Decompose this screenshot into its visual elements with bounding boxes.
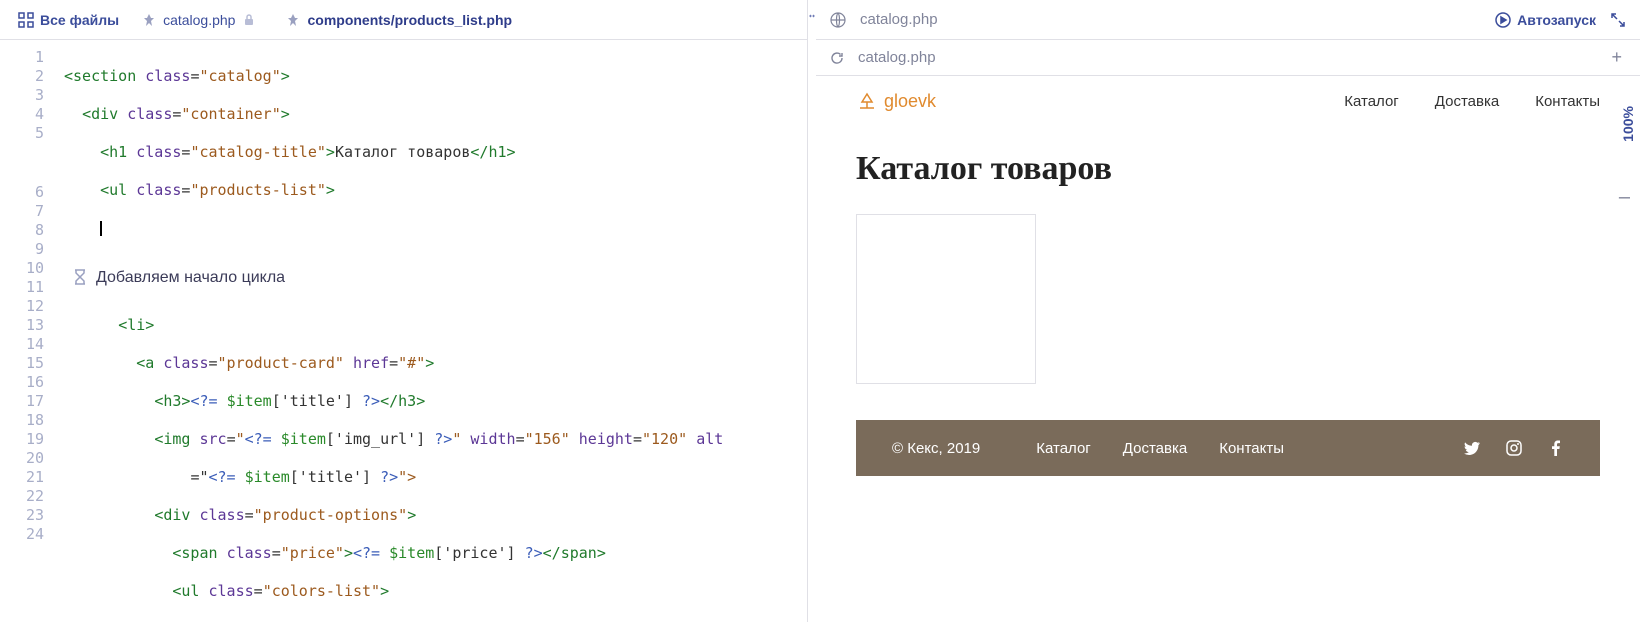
autorun-button[interactable]: Автозапуск (1495, 12, 1596, 28)
footer-catalog[interactable]: Каталог (1036, 440, 1091, 457)
tab-products-list[interactable]: components/products_list.php (271, 0, 528, 39)
hint-text: Добавляем начало цикла (96, 268, 285, 287)
tab-label: components/products_list.php (307, 12, 512, 28)
nav-catalog[interactable]: Каталог (1344, 93, 1399, 110)
editor-pane: Все файлы catalog.php components/product… (0, 0, 808, 622)
grid-icon (18, 12, 34, 28)
add-tab-button[interactable]: + (1607, 47, 1626, 68)
pane-divider[interactable] (808, 0, 816, 622)
site-header: gloevk Каталог Доставка Контакты (856, 76, 1600, 126)
pin-icon (143, 14, 155, 26)
lamp-icon (856, 90, 878, 112)
product-card-placeholder (856, 214, 1036, 384)
play-icon (1495, 12, 1511, 28)
globe-icon (830, 12, 846, 28)
rendered-site: gloevk Каталог Доставка Контакты Каталог… (816, 76, 1640, 476)
zoom-label[interactable]: 100% (1620, 106, 1636, 142)
tab-catalog[interactable]: catalog.php (127, 0, 271, 39)
code-content[interactable]: <section class="catalog"> <div class="co… (54, 40, 807, 622)
page-title: Каталог товаров (856, 150, 1600, 188)
preview-top-bar: catalog.php Автозапуск (816, 0, 1640, 40)
preview-body: 100% – gloevk Каталог Доставка Контакты … (816, 76, 1640, 622)
footer-copy: © Кекс, 2019 (892, 440, 980, 457)
all-files-button[interactable]: Все файлы (10, 8, 127, 32)
zoom-minus-button[interactable]: – (1619, 186, 1630, 209)
hint-row: Добавляем начало цикла (64, 257, 797, 297)
code-editor[interactable]: 1 2 3 4 5 6 7 8 9 10 11 12 13 14 15 16 1… (0, 40, 807, 622)
footer-delivery[interactable]: Доставка (1123, 440, 1187, 457)
footer-contacts[interactable]: Контакты (1219, 440, 1284, 457)
hourglass-icon (72, 269, 88, 285)
tab-bar: Все файлы catalog.php components/product… (0, 0, 807, 40)
resize-icon (808, 10, 816, 22)
preview-pane: catalog.php Автозапуск catalog.php + 100… (816, 0, 1640, 622)
preview-title: catalog.php (860, 11, 1481, 28)
line-gutter: 1 2 3 4 5 6 7 8 9 10 11 12 13 14 15 16 1… (0, 40, 54, 622)
nav-contacts[interactable]: Контакты (1535, 93, 1600, 110)
reload-icon[interactable] (830, 51, 844, 65)
site-footer: © Кекс, 2019 Каталог Доставка Контакты (856, 420, 1600, 476)
tab-label: catalog.php (163, 12, 235, 28)
lock-icon (243, 14, 255, 26)
expand-icon[interactable] (1610, 12, 1626, 28)
all-files-label: Все файлы (40, 12, 119, 28)
site-logo[interactable]: gloevk (856, 90, 936, 112)
preview-sub-title: catalog.php (858, 49, 1593, 66)
facebook-icon[interactable] (1548, 440, 1564, 456)
site-nav: Каталог Доставка Контакты (1344, 93, 1600, 110)
pin-icon (287, 14, 299, 26)
text-cursor (100, 221, 102, 236)
instagram-icon[interactable] (1506, 440, 1522, 456)
twitter-icon[interactable] (1464, 440, 1480, 456)
nav-delivery[interactable]: Доставка (1435, 93, 1499, 110)
preview-sub-bar: catalog.php + (816, 40, 1640, 76)
